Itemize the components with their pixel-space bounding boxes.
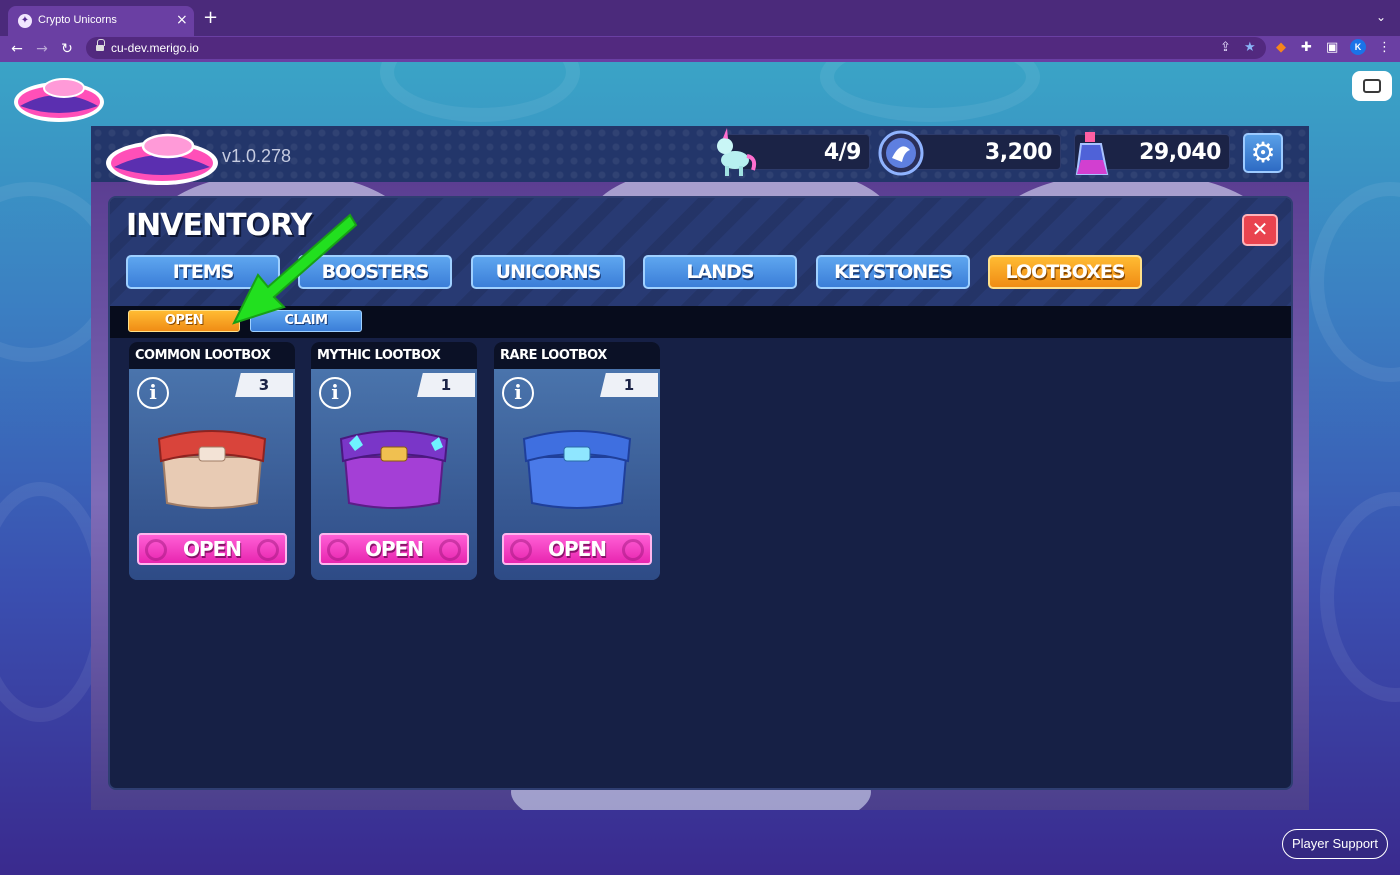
crypto-unicorns-logo: [14, 78, 104, 122]
lootbox-name: RARE LOOTBOX: [500, 348, 607, 363]
unim-token-value: 29,040: [1139, 140, 1221, 165]
fullscreen-button[interactable]: [1352, 71, 1392, 101]
browser-menu-icon[interactable]: ⋮: [1378, 40, 1391, 55]
browser-tab[interactable]: ✦ Crypto Unicorns ×: [8, 6, 194, 36]
rbw-token-value: 3,200: [984, 140, 1053, 165]
annotation-arrow-icon: [232, 213, 358, 325]
tab-close-icon[interactable]: ×: [176, 12, 188, 28]
open-lootbox-button[interactable]: OPEN: [502, 533, 652, 565]
browser-toolbar: ← → ↻ cu-dev.merigo.io ⇪ ★ ◆ ✚ ▣ K ⋮: [0, 36, 1400, 62]
settings-button[interactable]: ⚙: [1243, 133, 1283, 173]
open-lootbox-button[interactable]: OPEN: [319, 533, 469, 565]
lootbox-card-mythic: MYTHIC LOOTBOX i 1 OPEN: [311, 342, 477, 580]
mythic-chest-icon: [339, 430, 449, 509]
player-support-button[interactable]: Player Support: [1282, 829, 1388, 859]
unicorn-icon: [717, 128, 757, 176]
lootbox-count: 1: [417, 373, 475, 397]
game-header: v1.0.278 4/9 3,200 29,040 ⚙: [91, 126, 1309, 185]
tab-title: Crypto Unicorns: [38, 14, 117, 26]
back-icon[interactable]: ←: [7, 39, 27, 59]
background-swirl: [380, 62, 580, 122]
reload-icon[interactable]: ↻: [57, 39, 77, 59]
unicorn-count-value: 4/9: [823, 140, 862, 165]
tab-lands[interactable]: LANDS: [643, 255, 797, 289]
info-icon[interactable]: i: [137, 377, 169, 409]
rare-chest-icon: [522, 430, 632, 509]
close-button[interactable]: ✕: [1242, 214, 1278, 246]
common-chest-icon: [157, 430, 267, 509]
browser-tab-bar: ✦ Crypto Unicorns × + ⌄: [0, 0, 1400, 36]
tab-lootboxes[interactable]: LOOTBOXES: [988, 255, 1142, 289]
game-logo: [106, 133, 218, 185]
profile-avatar[interactable]: K: [1350, 39, 1366, 55]
game-version: v1.0.278: [222, 146, 292, 166]
gear-icon: ⚙: [1250, 136, 1276, 169]
address-bar[interactable]: cu-dev.merigo.io ⇪ ★: [86, 37, 1266, 59]
lock-icon: [96, 39, 105, 52]
info-icon[interactable]: i: [502, 377, 534, 409]
background-swirl: [1320, 492, 1400, 702]
lootbox-card-rare: RARE LOOTBOX i 1 OPEN: [494, 342, 660, 580]
rbw-token-icon: [878, 130, 924, 176]
tab-keystones[interactable]: KEYSTONES: [816, 255, 970, 289]
tab-search-chevron-icon[interactable]: ⌄: [1376, 10, 1386, 24]
forward-icon[interactable]: →: [32, 39, 52, 59]
side-panel-icon[interactable]: ▣: [1326, 40, 1338, 55]
extensions-puzzle-icon[interactable]: ✚: [1301, 40, 1312, 55]
url-text: cu-dev.merigo.io: [111, 41, 199, 55]
lootbox-name: COMMON LOOTBOX: [135, 348, 271, 363]
share-icon[interactable]: ⇪: [1220, 40, 1231, 55]
lootbox-count: 3: [235, 373, 293, 397]
bookmark-star-icon[interactable]: ★: [1244, 40, 1256, 55]
new-tab-button[interactable]: +: [203, 8, 218, 28]
tab-unicorns[interactable]: UNICORNS: [471, 255, 625, 289]
lootbox-name: MYTHIC LOOTBOX: [317, 348, 441, 363]
lootbox-count: 1: [600, 373, 658, 397]
background-swirl: [820, 62, 1040, 122]
info-icon[interactable]: i: [319, 377, 351, 409]
metamask-extension-icon[interactable]: ◆: [1276, 40, 1286, 55]
fullscreen-icon: [1363, 79, 1381, 93]
page-background: v1.0.278 4/9 3,200 29,040 ⚙ INVENTORY ✕ …: [0, 62, 1400, 875]
lootbox-card-common: COMMON LOOTBOX i 3 OPEN: [129, 342, 295, 580]
background-swirl: [1310, 182, 1400, 382]
unim-potion-icon: [1075, 132, 1109, 175]
unicorn-favicon-icon: ✦: [18, 14, 32, 28]
open-lootbox-button[interactable]: OPEN: [137, 533, 287, 565]
